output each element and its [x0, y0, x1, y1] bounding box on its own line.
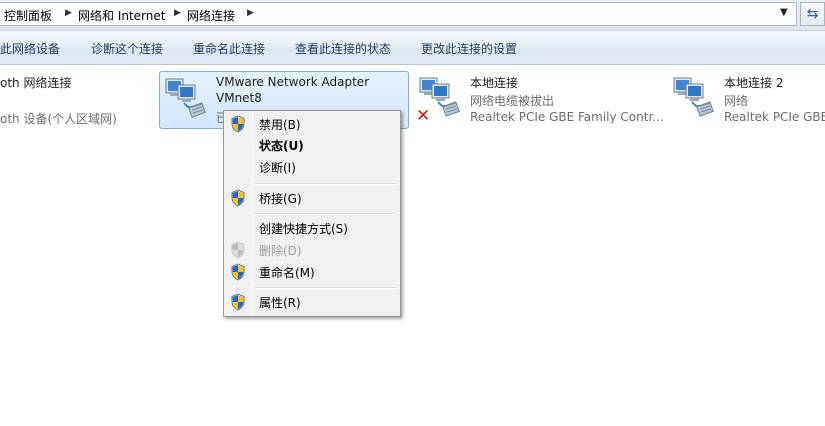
menu-separator — [254, 183, 397, 185]
refresh-button[interactable]: ⇆ — [800, 2, 825, 26]
menu-item-label: 状态(U) — [259, 139, 304, 153]
chevron-right-icon[interactable]: ▶ — [65, 8, 72, 18]
disable-device-button[interactable]: 此网络设备 — [0, 40, 60, 57]
menu-item-bridge[interactable]: 桥接(G) — [226, 187, 398, 209]
menu-item-label: 禁用(B) — [259, 118, 301, 132]
menu-item-label: 桥接(G) — [259, 192, 302, 206]
change-settings-button[interactable]: 更改此连接的设置 — [421, 40, 517, 57]
refresh-icon: ⇆ — [806, 6, 819, 22]
connection-device: Realtek PCIe GBE — [724, 110, 825, 124]
connection-item-bluetooth[interactable]: oth 网络连接 oth 设备(个人区域网) — [0, 72, 150, 130]
menu-item-create-shortcut[interactable]: 创建快捷方式(S) — [226, 217, 398, 239]
menu-item-label: 删除(D) — [259, 244, 302, 258]
uac-shield-icon — [230, 293, 246, 311]
uac-shield-icon — [230, 115, 246, 133]
chevron-right-icon[interactable]: ▶ — [174, 8, 181, 18]
network-adapter-icon — [672, 76, 714, 118]
chevron-down-icon[interactable]: ▼ — [780, 7, 788, 18]
menu-item-label: 诊断(I) — [259, 161, 296, 175]
menu-item-label: 创建快捷方式(S) — [259, 222, 348, 236]
rename-connection-button[interactable]: 重命名此连接 — [193, 40, 265, 57]
connection-item-local[interactable]: ✕ 本地连接 网络电缆被拔出 Realtek PCIe GBE Family C… — [414, 72, 664, 130]
menu-item-properties[interactable]: 属性(R) — [226, 291, 398, 313]
chevron-right-icon[interactable]: ▶ — [247, 8, 254, 18]
menu-item-status[interactable]: 状态(U) — [226, 134, 398, 156]
disconnected-x-icon: ✕ — [416, 106, 431, 126]
breadcrumb[interactable]: 控制面板 ▶ 网络和 Internet ▶ 网络连接 ▶ ▼ — [0, 2, 797, 26]
view-status-button[interactable]: 查看此连接的状态 — [295, 40, 391, 57]
connection-name: oth 网络连接 — [0, 76, 72, 90]
menu-item-delete: 删除(D) — [226, 239, 398, 261]
connection-status: 网络电缆被拔出 — [470, 94, 555, 108]
breadcrumb-network-connections[interactable]: 网络连接 — [187, 7, 235, 24]
network-adapter-icon — [164, 77, 206, 119]
diagnose-connection-button[interactable]: 诊断这个连接 — [91, 40, 163, 57]
connection-status: 网络 — [724, 94, 749, 108]
connection-item-local-2[interactable]: 本地连接 2 网络 Realtek PCIe GBE — [668, 72, 825, 130]
command-toolbar: 此网络设备 诊断这个连接 重命名此连接 查看此连接的状态 更改此连接的设置 — [0, 31, 825, 65]
menu-item-rename[interactable]: 重命名(M) — [226, 261, 398, 283]
uac-shield-icon — [230, 189, 246, 207]
menu-item-label: 重命名(M) — [259, 266, 315, 280]
menu-separator — [254, 287, 397, 289]
connection-name: 本地连接 2 — [724, 76, 784, 90]
uac-shield-icon — [230, 241, 246, 259]
connection-subname: VMnet8 — [216, 91, 262, 105]
context-menu: 禁用(B) 状态(U) 诊断(I) 桥接(G) 创建快捷方式(S) 删除(D) … — [223, 110, 401, 317]
connection-name: VMware Network Adapter — [216, 75, 370, 89]
connection-device: Realtek PCIe GBE Family Contr... — [470, 110, 664, 124]
menu-item-label: 属性(R) — [259, 296, 301, 310]
menu-item-diagnose[interactable]: 诊断(I) — [226, 156, 398, 178]
menu-separator — [254, 213, 397, 215]
connection-device: oth 设备(个人区域网) — [0, 112, 117, 126]
address-bar: 控制面板 ▶ 网络和 Internet ▶ 网络连接 ▶ ▼ ⇆ — [0, 0, 825, 31]
uac-shield-icon — [230, 263, 246, 281]
breadcrumb-control-panel[interactable]: 控制面板 — [4, 7, 52, 24]
breadcrumb-network-internet[interactable]: 网络和 Internet — [78, 7, 165, 24]
connection-name: 本地连接 — [470, 76, 519, 90]
menu-item-disable[interactable]: 禁用(B) — [226, 113, 398, 135]
